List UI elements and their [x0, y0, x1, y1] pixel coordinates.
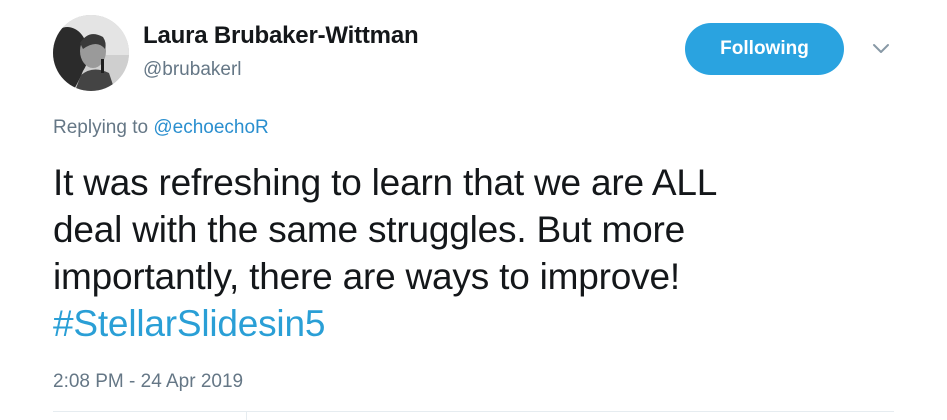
reply-mention-link[interactable]: @echoechoR — [153, 117, 268, 138]
tweet-timestamp[interactable]: 2:08 PM - 24 Apr 2019 — [53, 371, 243, 393]
divider — [246, 411, 247, 420]
tweet-text-line: It was refreshing to learn that we are A… — [53, 162, 718, 203]
hashtag-link[interactable]: #StellarSlidesin5 — [53, 300, 913, 347]
tweet-card: Laura Brubaker-Wittman @brubakerl Follow… — [0, 0, 947, 420]
divider — [53, 411, 894, 412]
replying-to-line: Replying to @echoechoR — [53, 117, 269, 139]
tweet-text-line: deal with the same struggles. But more — [53, 209, 685, 250]
avatar[interactable] — [53, 15, 129, 91]
avatar-photo-icon — [53, 15, 129, 91]
replying-to-label: Replying to — [53, 117, 149, 138]
author-handle[interactable]: @brubakerl — [143, 59, 242, 81]
chevron-down-icon[interactable] — [868, 38, 894, 60]
following-button[interactable]: Following — [685, 23, 844, 75]
tweet-text-line: importantly, there are ways to improve! — [53, 256, 680, 297]
author-display-name[interactable]: Laura Brubaker-Wittman — [143, 22, 419, 50]
tweet-text: It was refreshing to learn that we are A… — [53, 159, 913, 347]
